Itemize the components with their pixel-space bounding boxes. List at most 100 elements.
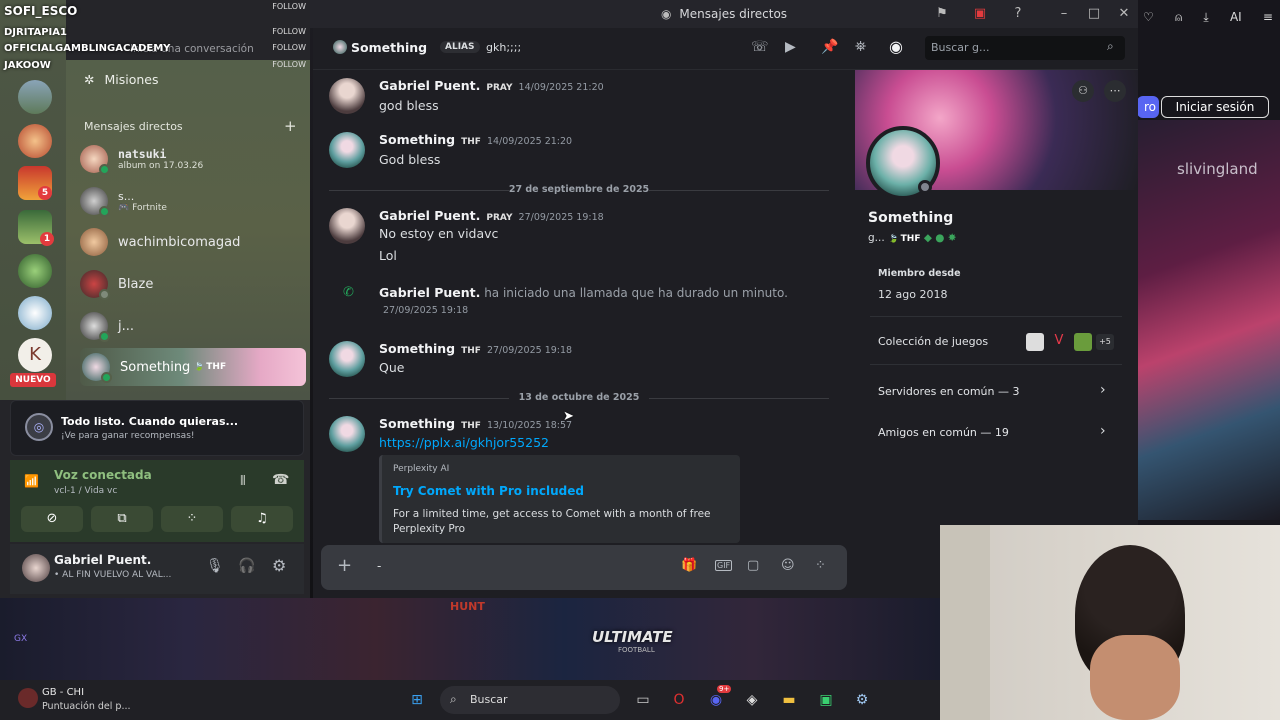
search-icon: ⌕ [450, 692, 457, 706]
chevron-right-icon[interactable]: › [1100, 382, 1106, 398]
guild-tag: THF [194, 362, 226, 372]
app-icon[interactable]: ◈ [740, 688, 764, 712]
soundboard-button[interactable]: ♫ [231, 506, 293, 532]
gif-icon[interactable]: GIF [715, 560, 733, 571]
apps-icon[interactable]: ⁘ [815, 558, 826, 573]
discord-badge: 9+ [717, 685, 732, 693]
dm-item-blaze[interactable]: Blaze [80, 265, 304, 303]
quest-promo[interactable]: ◎ Todo listo. Cuando quieras... ¡Ve para… [10, 400, 304, 456]
opera-icon[interactable]: O [667, 688, 691, 712]
user-status: • AL FIN VUELVO AL VAL... [54, 570, 172, 580]
menu-icon[interactable]: ≡ [1263, 10, 1273, 30]
disconnect-icon[interactable]: ☎ [272, 472, 289, 488]
games-collection-label[interactable]: Colección de juegos [878, 335, 988, 348]
plus-icon[interactable]: + [284, 117, 297, 135]
dm-item-j[interactable]: j... [80, 307, 304, 345]
browser-toolbar: ♡ ⍝ ⤓ AI ≡ [1143, 10, 1273, 30]
windows-start-icon[interactable]: ⊞ [405, 688, 429, 712]
message-link[interactable]: https://pplx.ai/gkhjor55252 [379, 435, 549, 450]
maximize-icon[interactable]: □ [1086, 6, 1102, 22]
widget-title[interactable]: GB - CHI [42, 687, 84, 698]
sticker-icon[interactable]: ▢ [747, 558, 759, 573]
server-icon-avatar[interactable] [18, 124, 52, 158]
dm-item-wachimbicomagad[interactable]: wachimbicomagad [80, 223, 304, 261]
pin-icon[interactable]: 📌 [821, 39, 838, 55]
server-icon-anime[interactable] [18, 296, 52, 330]
task-view-icon[interactable]: ▭ [631, 688, 655, 712]
dm-item-s[interactable]: s... 🎮 Fortnite [80, 182, 304, 220]
voice-status[interactable]: Voz conectada [54, 468, 152, 482]
dm-item-natsuki[interactable]: natsuki album on 17.03.26 [80, 140, 304, 178]
noise-suppression-icon[interactable]: ⦀ [240, 474, 246, 489]
message-text: Lol [379, 248, 397, 263]
missions-link[interactable]: ✲ Misiones [84, 72, 159, 87]
app-green-icon[interactable]: ▣ [814, 688, 838, 712]
promo-sub: ¡Ve para ganar recompensas! [61, 431, 195, 441]
message-text: Que [379, 360, 405, 375]
widget-icon[interactable] [18, 688, 38, 708]
attach-plus-icon[interactable]: + [337, 555, 352, 576]
stream-bg-text: slivingland [1177, 160, 1258, 178]
server-icon-k[interactable]: K [18, 338, 52, 372]
add-friend-icon[interactable]: ⛯ [855, 39, 866, 55]
mic-icon[interactable]: 🎙 [206, 558, 224, 574]
mutual-servers[interactable]: Servidores en común — 3 [878, 385, 1020, 398]
call-message: ✆ Gabriel Puent. ha iniciado una llamada… [343, 285, 788, 316]
server-icon-landscape[interactable] [18, 80, 52, 114]
avatar [80, 228, 108, 256]
message-input[interactable]: - [377, 559, 381, 573]
server-icon-green[interactable] [18, 254, 52, 288]
activities-button[interactable]: ⁘ [161, 506, 223, 532]
taskbar: GB - CHI Puntuación del p... ⊞ ⌕ Buscar … [0, 680, 940, 720]
headphones-icon[interactable]: 🎧 [238, 558, 255, 574]
profile-toggle-icon[interactable]: ◉ [889, 37, 903, 56]
download-icon[interactable]: ⤓ [1203, 10, 1208, 30]
file-explorer-icon[interactable]: ▬ [777, 688, 801, 712]
avatar[interactable] [329, 416, 365, 452]
inbox-flag-icon[interactable]: ⚑ [934, 6, 950, 22]
promo-title: Todo listo. Cuando quieras... [61, 415, 239, 428]
mutual-friends[interactable]: Amigos en común — 19 [878, 426, 1009, 439]
login-button[interactable]: Iniciar sesión [1161, 96, 1269, 118]
stream-background-right: slivingland ro Iniciar sesión ♡ ⍝ ⤓ AI ≡ [1137, 0, 1280, 525]
screen-icon[interactable]: ▣ [972, 6, 988, 22]
overlay-user-3: OFFICIALGAMBLINGACADEMY [4, 43, 171, 54]
camera-off-button[interactable]: ⊘ [21, 506, 83, 532]
embed-title[interactable]: Try Comet with Pro included [393, 484, 584, 498]
widget-sub: Puntuación del p... [42, 701, 131, 712]
date-separator: 27 de septiembre de 2025 [329, 184, 829, 195]
video-call-icon[interactable]: ▶ [785, 39, 796, 55]
search-input[interactable]: Buscar g... ⌕ [925, 36, 1125, 60]
voice-panel: 📶 Voz conectada vcl-1 / Vida vc ⦀ ☎ ⊘ ⧉ … [10, 460, 304, 542]
add-friend-icon[interactable]: ⚇ [1072, 80, 1094, 102]
games-more[interactable]: +5 [1096, 334, 1114, 350]
settings-icon[interactable]: ⚙ [850, 688, 874, 712]
avatar[interactable] [22, 554, 50, 582]
close-icon[interactable]: ✕ [1116, 6, 1132, 22]
share-screen-button[interactable]: ⧉ [91, 506, 153, 532]
gift-icon[interactable]: 🎁 [681, 558, 697, 573]
avatar[interactable] [329, 78, 365, 114]
ai-icon[interactable]: AI [1230, 10, 1242, 30]
dm-item-something[interactable]: Something THF [80, 348, 306, 386]
signal-icon: 📶 [24, 474, 39, 488]
emoji-icon[interactable]: ☺ [781, 558, 795, 573]
more-icon[interactable]: ⋯ [1104, 80, 1126, 102]
voice-call-icon[interactable]: ☏ [751, 39, 769, 55]
settings-gear-icon[interactable]: ⚙ [272, 556, 286, 575]
taskbar-search[interactable]: ⌕ Buscar [440, 686, 620, 714]
heart-icon[interactable]: ♡ [1143, 10, 1154, 30]
minimize-icon[interactable]: – [1056, 6, 1072, 22]
avatar[interactable] [329, 132, 365, 168]
chat-header-name[interactable]: Something [351, 40, 427, 55]
voice-channel[interactable]: vcl-1 / Vida vc [54, 486, 117, 496]
avatar[interactable] [329, 208, 365, 244]
stream-button-partial[interactable]: ro [1137, 96, 1159, 118]
user-icon[interactable]: ⍝ [1175, 10, 1182, 30]
message: Something THF 13/10/2025 18:57 https://ppl… [329, 416, 829, 456]
help-icon[interactable]: ? [1010, 6, 1026, 22]
stream-background-bottom: HUNT ULTIMATE FOOTBALL GX [0, 598, 940, 680]
avatar[interactable] [329, 341, 365, 377]
chevron-right-icon[interactable]: › [1100, 423, 1106, 439]
mouse-cursor-icon: ➤ [563, 409, 574, 424]
